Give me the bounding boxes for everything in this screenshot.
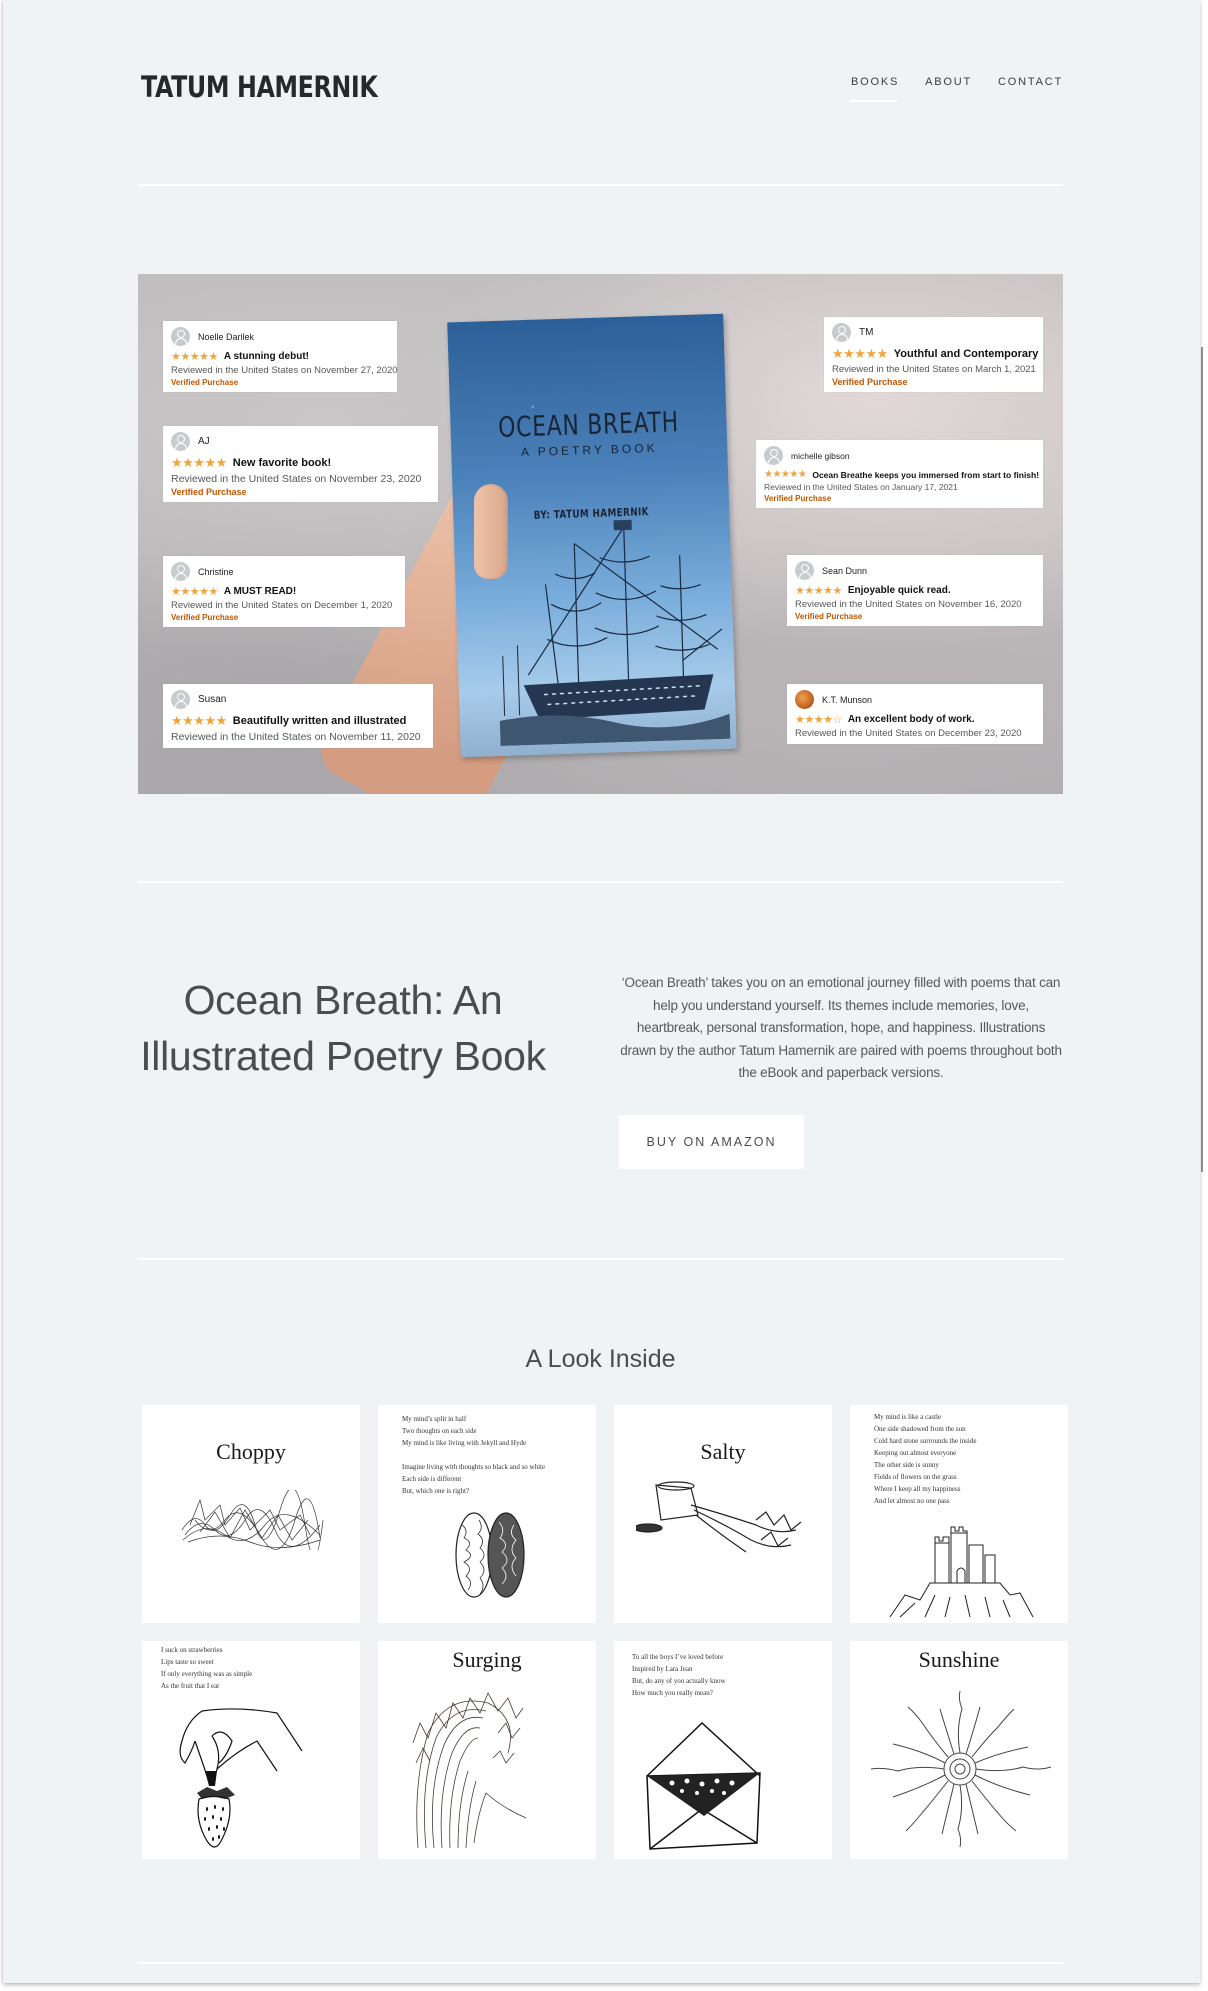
review-date: Reviewed in the United States on Novembe… — [171, 731, 421, 743]
book-description: ‘Ocean Breath’ takes you on an emotional… — [620, 975, 1062, 1081]
ship-illustration — [499, 519, 731, 746]
brain-illustration — [455, 1512, 525, 1598]
review-date: Reviewed in the United States on Novembe… — [171, 365, 398, 376]
page-title: Salty — [700, 1439, 746, 1464]
user-photo-avatar — [795, 690, 814, 709]
star-rating: ★★★★★ — [764, 469, 807, 480]
verified-purchase: Verified Purchase — [171, 613, 239, 622]
verified-purchase: Verified Purchase — [832, 377, 908, 387]
sun-illustration — [870, 1690, 1052, 1848]
poem-text: I suck on strawberries Lips taste so swe… — [161, 1646, 253, 1690]
divider — [138, 184, 1063, 186]
divider — [138, 1962, 1063, 1964]
user-avatar-icon — [171, 432, 190, 451]
gallery-page-salty[interactable]: Salty — [614, 1405, 832, 1623]
book-title-heading: Ocean Breath: An Illustrated Poetry Book — [140, 977, 546, 1079]
user-avatar-icon — [832, 323, 851, 342]
review-date: Reviewed in the United States on Novembe… — [171, 473, 422, 485]
review-card: Sean Dunn ★★★★★ Enjoyable quick read. Rev… — [787, 555, 1043, 626]
gallery-page-strawberry-poem[interactable]: I suck on strawberries Lips taste so swe… — [142, 1641, 360, 1859]
thumb-illustration — [474, 484, 508, 579]
hand-strawberry-illustration — [179, 1708, 303, 1848]
review-title: Enjoyable quick read. — [847, 585, 951, 596]
page-title: Sunshine — [918, 1647, 1000, 1672]
scrollbar[interactable] — [1201, 347, 1203, 1172]
castle-illustration — [889, 1526, 1034, 1618]
main-nav: BOOKS ABOUT CONTACT — [851, 76, 1063, 102]
star-rating: ★★★★☆ — [795, 714, 842, 726]
review-title: Ocean Breathe keeps you immersed from st… — [812, 469, 1040, 480]
hero-image: OCEAN BREATH A POETRY BOOK BY: TATUM HAM… — [138, 274, 1063, 794]
wave-illustration — [412, 1692, 527, 1849]
gallery-page-castle-poem[interactable]: My mind is like a castle One side shadow… — [850, 1405, 1068, 1623]
user-avatar-icon — [764, 446, 783, 465]
reviewer-name: Noelle Darilek — [198, 331, 255, 342]
review-card: michelle gibson ★★★★★ Ocean Breathe keeps… — [756, 440, 1043, 508]
review-date: Reviewed in the United States on January… — [764, 482, 958, 492]
poem-text: My mind is like a castle One side shadow… — [874, 1413, 977, 1505]
review-card: Noelle Darilek ★★★★★ A stunning debut! Re… — [163, 321, 398, 392]
look-inside-gallery: Choppy My mind’s split in half Two thoug… — [142, 1405, 1068, 1859]
reviewer-name: TM — [859, 327, 874, 338]
star-rating: ★★★★★ — [171, 586, 218, 598]
verified-purchase: Verified Purchase — [171, 487, 247, 497]
star-rating: ★★★★★ — [171, 351, 218, 363]
reviewer-name: AJ — [198, 436, 210, 447]
gallery-page-choppy[interactable]: Choppy — [142, 1405, 360, 1623]
review-date: Reviewed in the United States on Decembe… — [171, 600, 393, 611]
envelope-illustration — [646, 1721, 761, 1850]
user-avatar-icon — [171, 690, 190, 709]
page-title: Surging — [452, 1647, 522, 1672]
review-card: Susan ★★★★★ Beautifully written and illus… — [163, 684, 433, 748]
book-cover-title: OCEAN BREATH — [497, 405, 680, 444]
review-title: A stunning debut! — [223, 351, 309, 362]
user-avatar-icon — [171, 562, 190, 581]
scribble-waves-illustration — [181, 1490, 324, 1550]
spilled-salt-illustration — [636, 1481, 802, 1553]
review-card: Christine ★★★★★ A MUST READ! Reviewed in … — [163, 556, 405, 627]
user-avatar-icon — [171, 327, 190, 346]
gallery-page-surging[interactable]: Surging — [378, 1641, 596, 1859]
divider — [138, 1258, 1063, 1260]
site-logo[interactable]: TATUM HAMERNIK — [141, 70, 378, 104]
nav-about[interactable]: ABOUT — [925, 76, 972, 88]
review-date: Reviewed in the United States on March 1… — [832, 364, 1036, 375]
review-date: Reviewed in the United States on Novembe… — [795, 599, 1022, 610]
reviewer-name: K.T. Munson — [822, 694, 873, 705]
gallery-page-envelope-poem[interactable]: To all the boys I’ve loved before Inspir… — [614, 1641, 832, 1859]
nav-books[interactable]: BOOKS — [851, 76, 899, 102]
reviewer-name: Christine — [198, 566, 234, 577]
star-rating: ★★★★★ — [171, 455, 227, 470]
page-title: Choppy — [216, 1439, 286, 1464]
reviewer-name: Susan — [198, 694, 227, 705]
review-card: TM ★★★★★ Youthful and Contemporary Review… — [824, 317, 1043, 392]
star-rating: ★★★★★ — [832, 346, 888, 361]
poem-text: To all the boys I’ve loved before Inspir… — [632, 1653, 726, 1697]
review-title: Youthful and Contemporary — [893, 348, 1039, 360]
review-card: K.T. Munson ★★★★☆ An excellent body of wo… — [787, 684, 1043, 744]
site-header: TATUM HAMERNIK BOOKS ABOUT CONTACT — [138, 0, 1063, 185]
verified-purchase: Verified Purchase — [795, 612, 863, 621]
review-title: Beautifully written and illustrated — [232, 715, 407, 727]
user-avatar-icon — [795, 561, 814, 580]
gallery-page-sunshine[interactable]: Sunshine — [850, 1641, 1068, 1859]
nav-contact[interactable]: CONTACT — [998, 76, 1063, 88]
star-rating: ★★★★★ — [795, 585, 842, 597]
verified-purchase: Verified Purchase — [171, 378, 239, 387]
review-date: Reviewed in the United States on Decembe… — [795, 728, 1022, 739]
poem-text: My mind’s split in half Two thoughts on … — [402, 1415, 546, 1495]
review-title: A MUST READ! — [223, 586, 297, 597]
verified-purchase: Verified Purchase — [764, 494, 832, 503]
gallery-page-brain-poem[interactable]: My mind’s split in half Two thoughts on … — [378, 1405, 596, 1623]
star-rating: ★★★★★ — [171, 713, 227, 728]
reviewer-name: michelle gibson — [791, 450, 850, 461]
review-title: New favorite book! — [232, 457, 332, 469]
divider — [138, 881, 1063, 883]
review-title: An excellent body of work. — [847, 714, 975, 725]
look-inside-heading: A Look Inside — [525, 1345, 676, 1373]
buy-on-amazon-button[interactable]: BUY ON AMAZON — [619, 1115, 804, 1169]
review-card: AJ ★★★★★ New favorite book! Reviewed in t… — [163, 426, 438, 502]
reviewer-name: Sean Dunn — [822, 565, 868, 576]
